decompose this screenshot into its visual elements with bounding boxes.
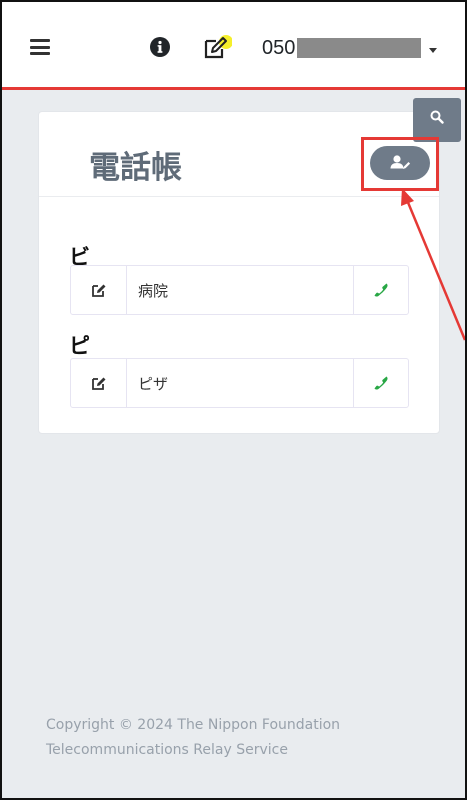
- call-button[interactable]: [353, 358, 409, 408]
- contact-row: 病院: [70, 265, 409, 315]
- hamburger-menu-icon[interactable]: [30, 39, 50, 55]
- footer-service-name: Telecommunications Relay Service: [46, 742, 288, 758]
- phonebook-card: 電話帳 ビ 病院 ピ ピザ: [38, 111, 440, 434]
- annotation-highlight-box: [361, 137, 439, 191]
- search-icon: [430, 110, 444, 124]
- edit-icon: [91, 284, 105, 297]
- phonebook-card-header: 電話帳: [39, 112, 439, 197]
- contact-edit-button[interactable]: [70, 265, 127, 315]
- phone-number-prefix: 050: [262, 36, 296, 59]
- phone-call-icon: [374, 376, 388, 390]
- page-title: 電話帳: [89, 150, 182, 186]
- contact-name[interactable]: 病院: [127, 265, 353, 315]
- contact-name[interactable]: ピザ: [127, 358, 353, 408]
- info-circle-icon[interactable]: [150, 37, 170, 57]
- phone-number-select[interactable]: 050: [262, 36, 438, 60]
- contact-row: ピザ: [70, 358, 409, 408]
- phone-call-icon: [374, 283, 388, 297]
- top-navbar: 050: [0, 0, 467, 90]
- group-letter: ピ: [69, 334, 90, 358]
- edit-icon: [91, 377, 105, 390]
- contact-edit-button[interactable]: [70, 358, 127, 408]
- footer-copyright: Copyright © 2024 The Nippon Foundation: [46, 717, 341, 733]
- call-button[interactable]: [353, 265, 409, 315]
- phone-number-redaction: [297, 38, 422, 58]
- search-button[interactable]: [413, 98, 461, 142]
- footer: Copyright © 2024 The Nippon Foundation T…: [46, 713, 446, 763]
- dropdown-caret-icon: [429, 47, 438, 53]
- edit-note-icon[interactable]: [202, 33, 232, 61]
